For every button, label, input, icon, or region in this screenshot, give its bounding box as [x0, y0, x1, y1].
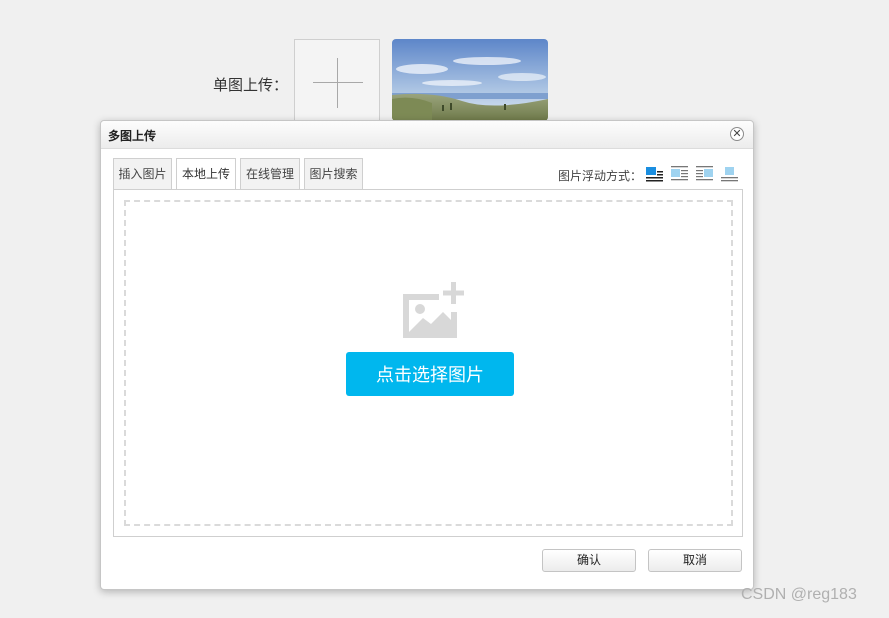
- cancel-button[interactable]: 取消: [648, 549, 742, 572]
- float-left-icon[interactable]: [670, 165, 689, 183]
- watermark: CSDN @reg183: [741, 586, 857, 603]
- choose-image-button[interactable]: 点击选择图片: [346, 352, 514, 396]
- dialog-title: 多图上传: [108, 129, 157, 143]
- drop-zone[interactable]: 点击选择图片: [124, 200, 733, 526]
- tab-local-upload[interactable]: 本地上传: [176, 158, 236, 190]
- landscape-image: [392, 39, 548, 121]
- tab-image-search[interactable]: 图片搜索: [304, 158, 363, 189]
- plus-icon-vertical: [337, 58, 338, 108]
- float-mode-label: 图片浮动方式：: [558, 169, 643, 183]
- float-right-icon[interactable]: [695, 165, 714, 183]
- single-upload-label: 单图上传：: [213, 76, 289, 94]
- tab-insert-image[interactable]: 插入图片: [113, 158, 172, 189]
- confirm-button[interactable]: 确认: [542, 549, 636, 572]
- close-icon[interactable]: ✕: [730, 127, 744, 141]
- tab-online-manage[interactable]: 在线管理: [240, 158, 300, 189]
- float-none-icon[interactable]: [645, 165, 664, 183]
- uploaded-image-thumbnail[interactable]: [392, 39, 548, 121]
- add-image-button[interactable]: [294, 39, 380, 125]
- add-picture-icon: [403, 282, 464, 338]
- plus-icon-horizontal: [313, 82, 363, 83]
- dialog-title-bar: 多图上传 ✕: [101, 121, 753, 149]
- float-center-icon[interactable]: [720, 165, 739, 183]
- upload-panel: 点击选择图片: [113, 189, 743, 537]
- multi-image-upload-dialog: 多图上传 ✕ 插入图片 本地上传 在线管理 图片搜索 图片浮动方式： 点击选择图…: [100, 120, 754, 590]
